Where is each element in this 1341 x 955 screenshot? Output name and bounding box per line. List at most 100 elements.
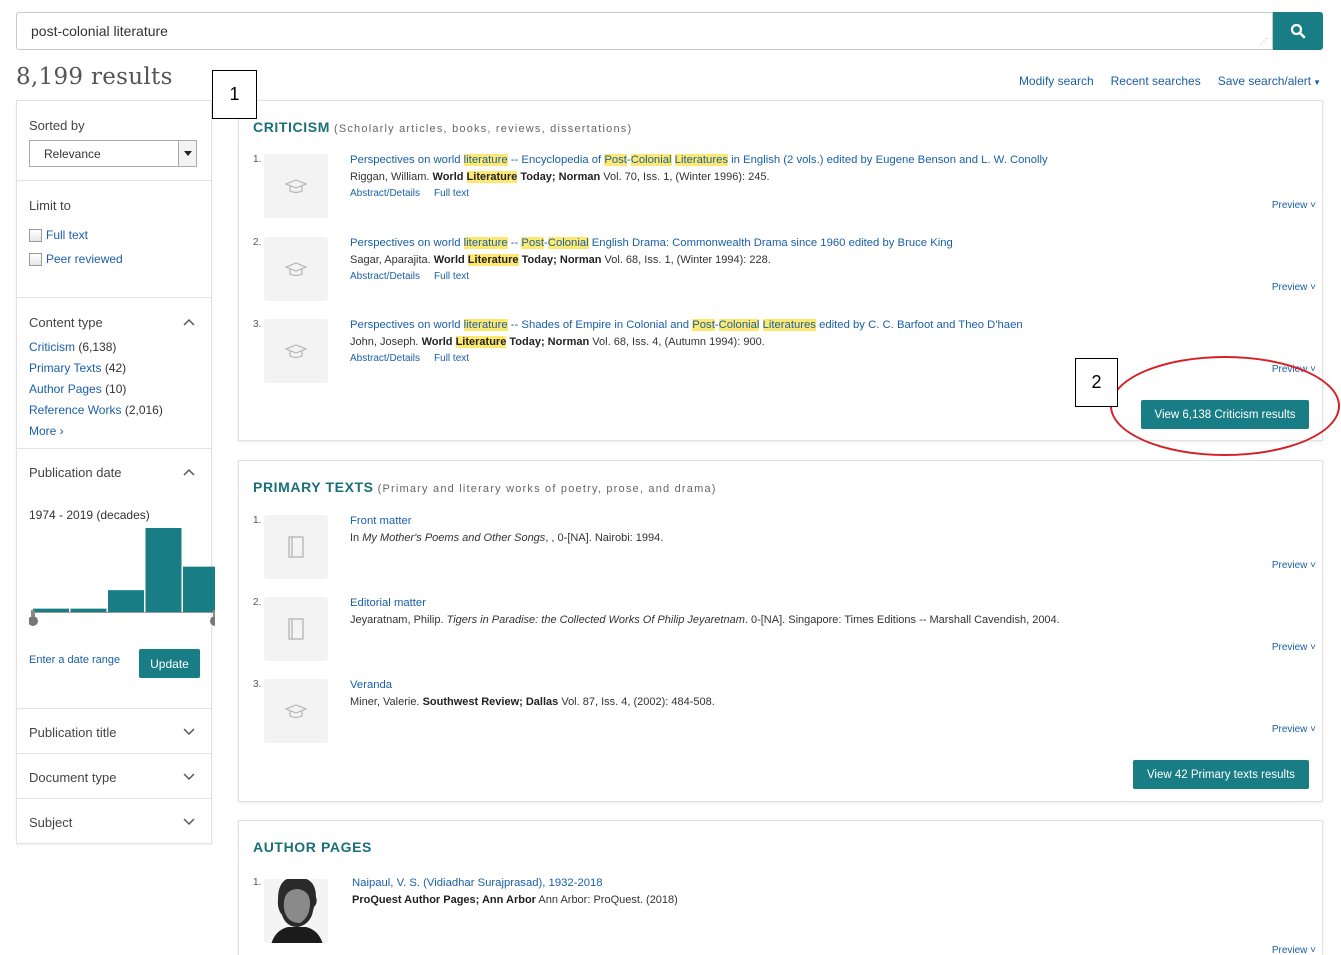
scholarly-thumbnail[interactable]: [264, 154, 328, 218]
preview-toggle[interactable]: Preview ˅: [1272, 945, 1316, 955]
citation-part: Tigers in Paradise: the Collected Works …: [446, 614, 745, 626]
update-button[interactable]: Update: [139, 649, 200, 678]
histogram-bar[interactable]: [145, 528, 182, 612]
chevron-down-icon[interactable]: [183, 725, 195, 737]
resize-grip: ⋰: [1260, 37, 1268, 46]
title-part: in English (2 vols.) edited by Eugene Be…: [728, 154, 1048, 166]
full-text-label[interactable]: Full text: [46, 228, 88, 242]
title-highlight: literature: [463, 237, 508, 249]
publication-date-label[interactable]: Publication date: [29, 465, 199, 480]
result-item: 1. Perspectives on world literature -- E…: [253, 154, 1313, 224]
preview-toggle[interactable]: Preview ˅: [1272, 642, 1316, 653]
histogram-bar[interactable]: [108, 590, 144, 612]
result-citation: Jeyaratnam, Philip. Tigers in Paradise: …: [350, 614, 1060, 626]
publication-title-section[interactable]: Publication title: [17, 709, 211, 754]
scholarly-thumbnail[interactable]: [264, 237, 328, 301]
scholarly-thumbnail[interactable]: [264, 679, 328, 743]
section-subtitle: (Scholarly articles, books, reviews, dis…: [333, 123, 633, 135]
enter-date-range-link[interactable]: Enter a date range: [29, 654, 120, 666]
author-pages-heading[interactable]: AUTHOR PAGES: [253, 839, 372, 855]
subject-label[interactable]: Subject: [29, 815, 199, 830]
citation-part: World: [421, 336, 456, 348]
citation-part: , , 0-[NA]. Nairobi: 1994.: [545, 532, 664, 544]
checkbox-box[interactable]: [29, 252, 42, 266]
sort-select[interactable]: Relevance: [29, 140, 197, 167]
result-title-link[interactable]: Perspectives on world literature -- Shad…: [350, 319, 1023, 331]
citation-part: Miner, Valerie.: [350, 696, 423, 708]
book-thumbnail[interactable]: [264, 515, 328, 579]
content-type-label[interactable]: Primary Texts: [29, 361, 101, 375]
content-type-primary-texts[interactable]: Primary Texts (42): [29, 361, 199, 375]
abstract-details-link[interactable]: Abstract/Details: [350, 353, 420, 364]
histogram-bar[interactable]: [33, 608, 69, 612]
citation-part: ProQuest Author Pages; Ann Arbor: [352, 894, 536, 906]
content-type-label[interactable]: Reference Works: [29, 403, 121, 417]
content-type-label[interactable]: Criticism: [29, 340, 75, 354]
full-text-link[interactable]: Full text: [434, 353, 469, 364]
preview-toggle[interactable]: Preview ˅: [1272, 724, 1316, 735]
result-title-link[interactable]: Editorial matter: [350, 597, 426, 609]
title-part: -- Shades of Empire in Colonial and: [507, 319, 693, 331]
save-search-alert-link[interactable]: Save search/alert ▼: [1218, 74, 1321, 88]
author-portrait-image: [264, 879, 328, 943]
citation-highlight: Literature: [455, 336, 507, 348]
more-label[interactable]: More ›: [29, 424, 64, 438]
section-title[interactable]: PRIMARY TEXTS: [253, 479, 374, 495]
abstract-details-link[interactable]: Abstract/Details: [350, 188, 420, 199]
publication-date-histogram[interactable]: [29, 527, 215, 637]
full-text-link[interactable]: Full text: [434, 271, 469, 282]
content-type-label[interactable]: Content type: [29, 315, 199, 330]
book-thumbnail[interactable]: [264, 597, 328, 661]
result-title-link[interactable]: Perspectives on world literature -- Ency…: [350, 154, 1048, 166]
full-text-checkbox[interactable]: Full text: [29, 228, 199, 242]
search-field[interactable]: ⋰: [16, 12, 1273, 50]
result-number: 2.: [253, 597, 262, 608]
result-title-link[interactable]: Front matter: [350, 515, 412, 527]
result-number: 1.: [253, 515, 262, 526]
publication-title-label[interactable]: Publication title: [29, 725, 199, 740]
citation-highlight: Literature: [466, 171, 518, 183]
full-text-link[interactable]: Full text: [434, 188, 469, 199]
result-item: 2. Perspectives on world literature -- P…: [253, 237, 1313, 307]
content-type-criticism[interactable]: Criticism (6,138): [29, 340, 199, 354]
content-type-author-pages[interactable]: Author Pages (10): [29, 382, 199, 396]
chevron-down-icon[interactable]: [183, 815, 195, 827]
recent-searches-link[interactable]: Recent searches: [1111, 74, 1201, 88]
result-title-link[interactable]: Naipaul, V. S. (Vidiadhar Surajprasad), …: [352, 877, 603, 889]
results-count: 8,199 results: [16, 64, 173, 90]
search-button[interactable]: [1273, 12, 1323, 50]
preview-toggle[interactable]: Preview ˅: [1272, 282, 1316, 293]
checkbox-box[interactable]: [29, 228, 42, 242]
result-title-link[interactable]: Veranda: [350, 679, 392, 691]
chevron-up-icon[interactable]: [183, 467, 195, 479]
chevron-down-icon[interactable]: [183, 770, 195, 782]
histogram-bar[interactable]: [70, 608, 107, 612]
subject-section[interactable]: Subject: [17, 799, 211, 843]
search-input[interactable]: [17, 13, 1272, 49]
modify-search-link[interactable]: Modify search: [1019, 74, 1094, 88]
abstract-details-link[interactable]: Abstract/Details: [350, 271, 420, 282]
preview-toggle[interactable]: Preview ˅: [1272, 200, 1316, 211]
result-number: 2.: [253, 237, 262, 248]
scholarly-thumbnail[interactable]: [264, 319, 328, 383]
content-type-count: (10): [105, 382, 127, 396]
peer-reviewed-checkbox[interactable]: Peer reviewed: [29, 252, 199, 266]
section-title[interactable]: CRITICISM: [253, 119, 330, 135]
view-primary-texts-results-button[interactable]: View 42 Primary texts results: [1133, 760, 1309, 789]
chevron-up-icon[interactable]: [183, 317, 195, 329]
limit-to-label: Limit to: [29, 198, 71, 213]
result-number: 1.: [253, 877, 262, 888]
content-type-reference-works[interactable]: Reference Works (2,016): [29, 403, 199, 417]
citation-part: Southwest Review; Dallas: [422, 696, 559, 708]
document-type-section[interactable]: Document type: [17, 754, 211, 799]
result-title-link[interactable]: Perspectives on world literature -- Post…: [350, 237, 953, 249]
histogram-bar[interactable]: [183, 566, 215, 612]
content-type-label[interactable]: Author Pages: [29, 382, 102, 396]
more-link[interactable]: More ›: [29, 424, 199, 438]
sort-value: Relevance: [44, 146, 101, 161]
mortarboard-icon: [285, 179, 307, 194]
document-type-label[interactable]: Document type: [29, 770, 199, 785]
author-photo[interactable]: [264, 879, 328, 943]
preview-toggle[interactable]: Preview ˅: [1272, 560, 1316, 571]
peer-reviewed-label[interactable]: Peer reviewed: [46, 252, 123, 266]
